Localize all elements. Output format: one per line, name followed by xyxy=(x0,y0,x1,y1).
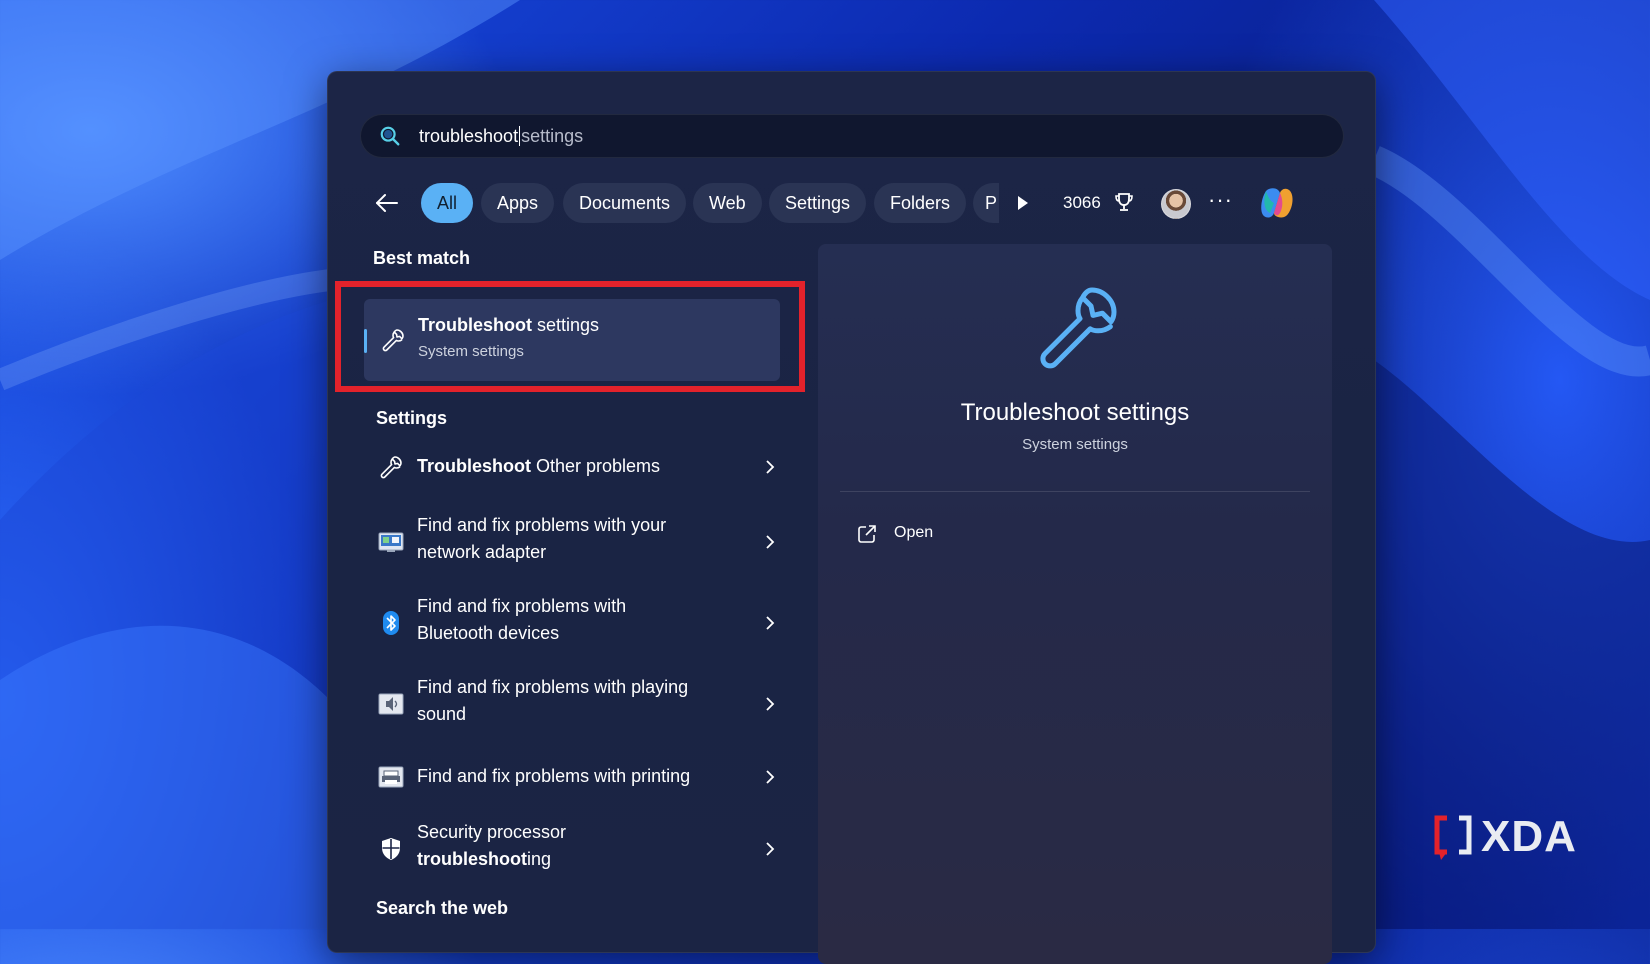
filter-chip-folders[interactable]: Folders xyxy=(874,183,967,223)
search-input[interactable]: troubleshoot settings xyxy=(419,126,583,147)
filter-chip-all[interactable]: All xyxy=(421,183,474,223)
preview-subtitle: System settings xyxy=(1022,436,1128,453)
chevron-right-icon xyxy=(766,535,775,549)
filter-chip-documents[interactable]: Documents xyxy=(563,183,687,223)
list-item-label-line2: network adapter xyxy=(417,542,547,562)
settings-heading: Settings xyxy=(376,408,448,428)
open-external-icon xyxy=(858,525,876,543)
chevron-right-icon xyxy=(766,770,775,784)
chevron-right-icon xyxy=(766,460,775,474)
chevron-right-icon xyxy=(766,842,775,856)
list-item-label-line2: sound xyxy=(417,704,467,724)
network-adapter-icon xyxy=(378,532,404,552)
printer-icon xyxy=(378,766,404,788)
open-action[interactable]: Open xyxy=(856,521,976,547)
text-caret xyxy=(519,126,521,146)
xda-logo-icon xyxy=(1434,815,1472,860)
search-the-web-heading: Search the web xyxy=(376,898,509,918)
best-match-heading: Best match xyxy=(373,248,471,268)
chevron-right-icon xyxy=(766,616,775,630)
wrench-icon xyxy=(380,456,402,479)
rewards-points[interactable]: 3066 xyxy=(1063,193,1101,213)
shield-icon xyxy=(382,838,400,860)
start-search-panel: troubleshoot settings All Apps Documents … xyxy=(327,71,1376,964)
list-item-network-adapter[interactable]: Find and fix problems with your network … xyxy=(364,512,780,572)
list-item-label-line2: Bluetooth devices xyxy=(417,623,560,643)
search-box[interactable]: troubleshoot settings xyxy=(360,114,1344,158)
copilot-icon[interactable] xyxy=(1256,183,1296,223)
list-item-label: Troubleshoot Other problems xyxy=(417,456,661,476)
list-item-label-line1: Find and fix problems with your xyxy=(417,515,667,535)
search-typed-text: troubleshoot xyxy=(419,126,519,146)
filter-chip-web[interactable]: Web xyxy=(693,183,762,223)
list-item-playing-sound[interactable]: Find and fix problems with playing sound xyxy=(364,674,780,734)
list-item-label: Find and fix problems with printing xyxy=(417,766,691,786)
wrench-large-icon xyxy=(1040,287,1117,369)
search-icon xyxy=(380,126,400,146)
list-item-bluetooth[interactable]: Find and fix problems with Bluetooth dev… xyxy=(364,593,780,653)
back-arrow-icon[interactable] xyxy=(374,191,400,215)
more-options-icon[interactable]: ··· xyxy=(1208,187,1233,213)
filter-chip-settings[interactable]: Settings xyxy=(769,183,867,223)
scroll-filters-play-icon[interactable] xyxy=(1016,194,1030,212)
list-item-label-line2: troubleshooting xyxy=(417,849,552,869)
preview-title: Troubleshoot settings xyxy=(960,399,1190,426)
trophy-icon[interactable] xyxy=(1113,191,1135,213)
open-action-label: Open xyxy=(894,524,934,541)
list-item-label-line1: Security processor xyxy=(417,822,567,842)
filter-chip-apps[interactable]: Apps xyxy=(481,183,555,223)
preview-pane: Troubleshoot settings System settings Op… xyxy=(818,244,1332,964)
xda-watermark-text: XDA xyxy=(1481,812,1577,861)
list-item-troubleshoot-other-problems[interactable]: Troubleshoot Other problems xyxy=(364,446,780,488)
search-suggestion-text: settings xyxy=(521,126,584,146)
user-avatar[interactable] xyxy=(1161,189,1191,219)
list-item-printing[interactable]: Find and fix problems with printing xyxy=(364,756,780,798)
filter-bar: All Apps Documents Web Settings Folders … xyxy=(368,181,1343,225)
sound-icon xyxy=(378,693,404,715)
chevron-right-icon xyxy=(766,697,775,711)
filter-chip-truncated[interactable]: P xyxy=(973,183,999,223)
bluetooth-icon xyxy=(383,611,399,635)
preview-divider xyxy=(840,491,1310,492)
list-item-label-line1: Find and fix problems with xyxy=(417,596,627,616)
list-item-label-line1: Find and fix problems with playing xyxy=(417,677,689,697)
list-item-security-processor[interactable]: Security processor troubleshooting xyxy=(364,819,780,879)
red-highlight-annotation xyxy=(335,281,805,392)
